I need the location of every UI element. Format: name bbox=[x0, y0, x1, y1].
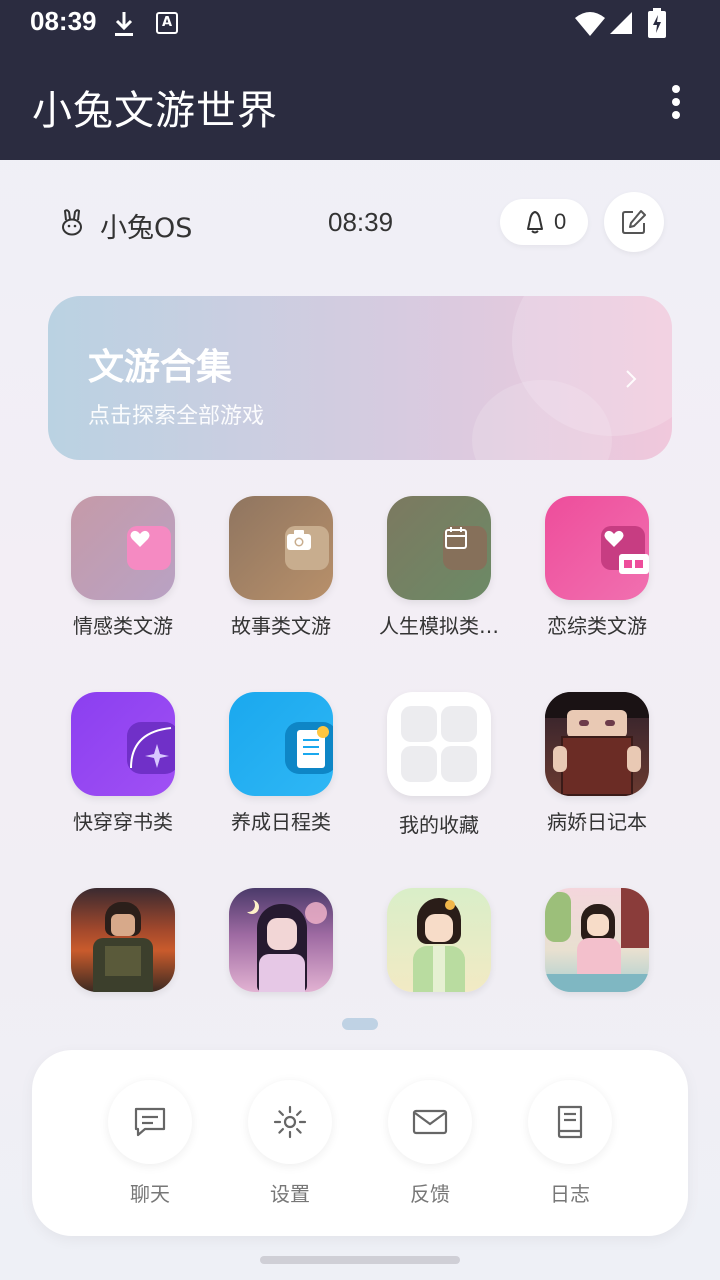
soldier-portrait-image bbox=[71, 888, 175, 992]
grid-icon bbox=[401, 706, 437, 742]
app-tile bbox=[545, 496, 649, 600]
app-tile bbox=[71, 692, 175, 796]
heart-icon bbox=[130, 530, 150, 547]
more-vert-icon bbox=[672, 85, 680, 93]
dock-label: 设置 bbox=[270, 1182, 310, 1206]
app-emotion-games[interactable]: 情感类文游 bbox=[53, 496, 193, 639]
app-label: 恋综类文游 bbox=[547, 614, 647, 638]
app-garden-girl[interactable] bbox=[527, 888, 667, 992]
app-label: 情感类文游 bbox=[73, 614, 173, 638]
chevron-right-icon bbox=[626, 370, 637, 388]
edit-icon bbox=[622, 210, 646, 234]
notification-count: 0 bbox=[554, 209, 567, 234]
heart-icon bbox=[604, 530, 624, 547]
info-row: 小兔OS 08:39 0 bbox=[0, 192, 720, 252]
dock-log-button[interactable]: 日志 bbox=[525, 1080, 615, 1207]
dock-chat-button[interactable]: 聊天 bbox=[105, 1080, 195, 1207]
chat-icon bbox=[134, 1107, 166, 1137]
sparkle-icon bbox=[130, 727, 172, 769]
app-life-sim-games[interactable]: 人生模拟类… bbox=[369, 496, 509, 639]
app-dating-show-games[interactable]: 恋综类文游 bbox=[527, 496, 667, 639]
notification-button[interactable]: 0 bbox=[500, 199, 588, 245]
app-label: 人生模拟类… bbox=[379, 614, 499, 638]
hanfu-girl-image bbox=[387, 888, 491, 992]
keyboard-icon: A bbox=[156, 12, 178, 34]
app-label: 病娇日记本 bbox=[547, 810, 647, 834]
dock-feedback-button[interactable]: 反馈 bbox=[385, 1080, 475, 1207]
download-icon bbox=[115, 12, 133, 36]
dock-settings-button[interactable]: 设置 bbox=[245, 1080, 335, 1207]
bottom-dock: 聊天 设置 反馈 日志 bbox=[32, 1050, 688, 1236]
clock-text: 08:39 bbox=[328, 207, 394, 237]
page-indicator bbox=[342, 1018, 378, 1030]
app-tile bbox=[229, 692, 333, 796]
book-icon bbox=[557, 1105, 583, 1139]
bell-icon bbox=[527, 211, 543, 234]
app-my-favorites[interactable]: 我的收藏 bbox=[369, 692, 509, 838]
moonlit-girl-image bbox=[229, 888, 333, 992]
app-raising-schedule[interactable]: 养成日程类 bbox=[211, 692, 351, 835]
gear-icon bbox=[273, 1105, 307, 1139]
camera-icon bbox=[287, 530, 311, 550]
more-options-button[interactable] bbox=[660, 82, 692, 126]
game-collection-banner[interactable]: 文游合集 点击探索全部游戏 bbox=[48, 296, 672, 460]
app-yandere-diary[interactable]: 病娇日记本 bbox=[527, 692, 667, 835]
app-moonlit-girl[interactable] bbox=[211, 888, 351, 992]
app-label: 我的收藏 bbox=[399, 813, 479, 837]
dock-label: 反馈 bbox=[410, 1182, 450, 1206]
dock-label: 日志 bbox=[550, 1182, 590, 1206]
os-label: 小兔OS bbox=[100, 213, 193, 244]
status-bar: 08:39 A bbox=[0, 0, 720, 48]
document-icon bbox=[297, 726, 329, 768]
app-hanfu-girl[interactable] bbox=[369, 888, 509, 992]
app-story-games[interactable]: 故事类文游 bbox=[211, 496, 351, 639]
app-soldier-story[interactable] bbox=[53, 888, 193, 992]
app-label: 快穿穿书类 bbox=[73, 810, 173, 834]
edit-button[interactable] bbox=[604, 192, 664, 252]
dock-label: 聊天 bbox=[130, 1182, 170, 1206]
rabbit-icon bbox=[62, 209, 82, 236]
signal-icon bbox=[610, 12, 632, 34]
app-label: 故事类文游 bbox=[231, 614, 331, 638]
page-title: 小兔文游世界 bbox=[32, 88, 278, 134]
mail-icon bbox=[412, 1109, 448, 1135]
girl-reading-book-image bbox=[545, 692, 649, 796]
app-bar: 小兔文游世界 bbox=[0, 48, 720, 160]
gesture-nav-handle[interactable] bbox=[260, 1256, 460, 1264]
banner-subtitle: 点击探索全部游戏 bbox=[88, 404, 265, 429]
app-quick-travel-books[interactable]: 快穿穿书类 bbox=[53, 692, 193, 835]
battery-charging-icon bbox=[648, 8, 666, 38]
wifi-icon bbox=[575, 12, 605, 36]
banner-title: 文游合集 bbox=[88, 347, 233, 388]
garden-girl-image bbox=[545, 888, 649, 992]
app-tile bbox=[71, 496, 175, 600]
status-time: 08:39 bbox=[30, 6, 97, 36]
calendar-icon bbox=[445, 527, 467, 549]
app-tile bbox=[387, 496, 491, 600]
app-tile bbox=[229, 496, 333, 600]
app-label: 养成日程类 bbox=[231, 810, 331, 834]
folder-tile bbox=[387, 692, 491, 796]
